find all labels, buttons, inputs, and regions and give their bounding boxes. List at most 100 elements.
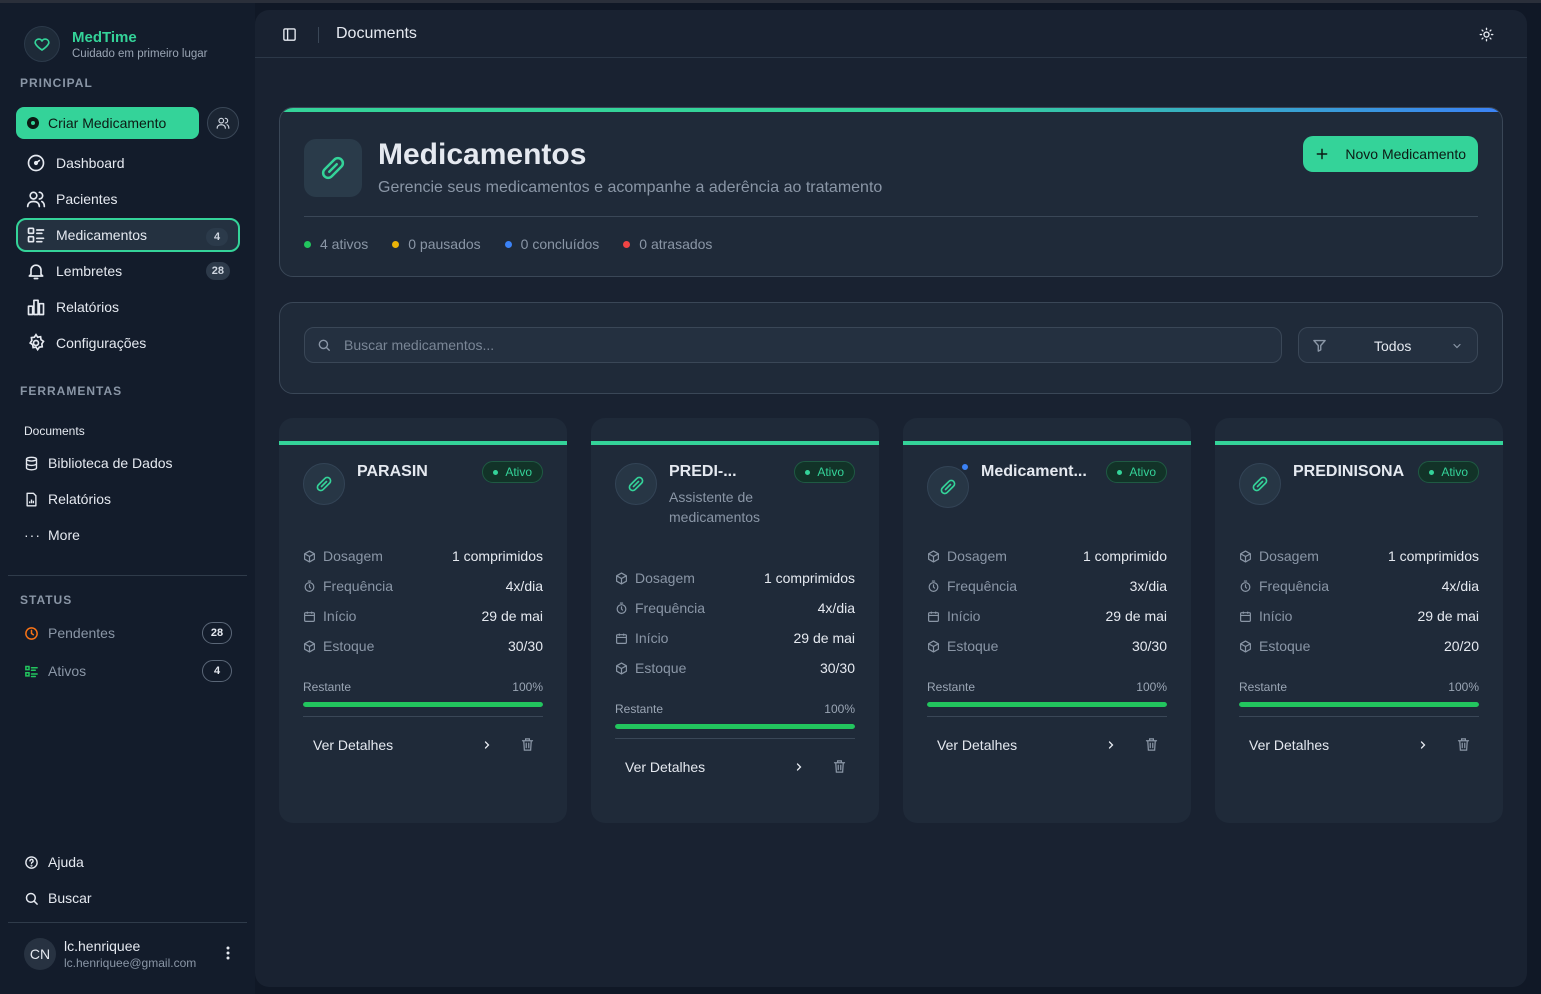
timer-icon — [928, 579, 939, 592]
user-name: lc.henriquee — [64, 938, 141, 954]
info-label: Dosagem — [1259, 548, 1319, 564]
status-filter-select[interactable]: Todos — [1298, 327, 1478, 363]
database-icon — [25, 456, 38, 470]
more-vertical-icon[interactable] — [226, 946, 230, 960]
medication-info: Dosagem 1 comprimidos Frequência 4x/dia … — [615, 563, 855, 683]
progress-fill — [927, 702, 1167, 707]
user-menu[interactable]: CN lc.henriquee lc.henriquee@gmail.com — [24, 938, 240, 970]
info-value: 1 comprimido — [1082, 548, 1167, 564]
card-accent-bar — [1215, 441, 1503, 445]
users-icon — [26, 191, 46, 208]
remaining-progress: Restante 100% — [1239, 680, 1479, 707]
sidebar-item-ajuda[interactable]: Ajuda — [24, 854, 84, 870]
sidebar-item-biblioteca[interactable]: Biblioteca de Dados — [24, 455, 173, 471]
info-row-start: Início 29 de mai — [615, 623, 855, 653]
sidebar-item-configuracoes[interactable]: Configurações — [16, 326, 240, 360]
sidebar-item-relatorios[interactable]: Relatórios — [16, 290, 240, 324]
progress-track — [615, 724, 855, 729]
pill-icon — [1239, 463, 1281, 505]
remaining-percent: 100% — [1448, 680, 1479, 694]
file-chart-icon — [26, 492, 37, 506]
list-check-icon — [25, 665, 38, 677]
section-label-status: STATUS — [20, 593, 73, 607]
view-details-label: Ver Detalhes — [937, 737, 1018, 753]
sidebar-toggle-icon[interactable] — [282, 27, 297, 42]
info-label: Frequência — [635, 600, 706, 616]
stat-atrasados: 0 atrasados — [623, 236, 712, 252]
status-badge-label: Ativo — [1441, 465, 1468, 479]
sidebar-item-buscar[interactable]: Buscar — [24, 890, 92, 906]
create-medication-button[interactable]: Criar Medicamento — [16, 107, 199, 139]
patients-shortcut-button[interactable] — [207, 107, 239, 139]
sidebar-item-dashboard[interactable]: Dashboard — [16, 146, 240, 180]
card-divider — [927, 716, 1167, 717]
view-details-button[interactable]: Ver Detalhes — [927, 728, 1127, 762]
trash-icon[interactable] — [1144, 737, 1159, 752]
sidebar-item-more[interactable]: ··· More — [24, 527, 80, 543]
package-icon — [616, 571, 627, 585]
info-row-dosage: Dosagem 1 comprimidos — [615, 563, 855, 593]
medication-name: Medicament... — [981, 463, 1087, 480]
info-row-start: Início 29 de mai — [1239, 601, 1479, 631]
sun-theme-toggle-icon[interactable] — [1479, 27, 1494, 42]
chevron-down-icon — [1453, 343, 1461, 349]
trash-icon[interactable] — [832, 759, 847, 774]
view-details-button[interactable]: Ver Detalhes — [615, 750, 815, 784]
progress-track — [927, 702, 1167, 707]
sidebar-item-medicamentos[interactable]: Medicamentos 4 — [16, 218, 240, 252]
sidebar: MedTime Cuidado em primeiro lugar PRINCI… — [0, 3, 255, 994]
medication-name: PREDINISONA — [1293, 463, 1405, 480]
sidebar-item-label: Relatórios — [56, 299, 120, 315]
info-label: Início — [635, 630, 669, 646]
search-input[interactable] — [344, 337, 1244, 353]
status-item-pendentes[interactable]: Pendentes 28 — [24, 622, 232, 644]
brand[interactable]: MedTime Cuidado em primeiro lugar — [24, 26, 208, 62]
new-medication-button[interactable]: Novo Medicamento — [1303, 136, 1478, 172]
medication-description: Assistente de medicamentos — [669, 489, 761, 525]
sidebar-item-label: Pacientes — [56, 191, 118, 207]
medication-card: Medicament... Ativo Dosagem 1 comprimido… — [903, 418, 1191, 823]
status-count-badge: 28 — [202, 622, 232, 644]
status-badge-label: Ativo — [1129, 465, 1156, 479]
medication-name: PREDI-... — [669, 463, 737, 480]
remaining-progress: Restante 100% — [927, 680, 1167, 707]
heart-logo-icon — [24, 26, 60, 62]
search-box[interactable] — [304, 327, 1282, 363]
card-divider — [615, 738, 855, 739]
package-icon — [304, 549, 315, 563]
status-summary: 4 ativos 0 pausados 0 concluídos 0 atras… — [304, 236, 736, 252]
chevron-right-icon — [484, 741, 490, 749]
sidebar-divider — [8, 922, 247, 923]
info-value: 30/30 — [507, 638, 543, 654]
view-details-label: Ver Detalhes — [625, 759, 706, 775]
sidebar-item-lembretes[interactable]: Lembretes 28 — [16, 254, 240, 288]
calendar-icon — [1240, 611, 1251, 622]
sidebar-item-label: More — [48, 527, 80, 543]
sidebar-item-label: Medicamentos — [56, 227, 148, 243]
trash-icon[interactable] — [1456, 737, 1471, 752]
info-row-frequency: Frequência 4x/dia — [303, 571, 543, 601]
count-badge: 28 — [205, 262, 230, 280]
pill-icon — [304, 139, 362, 197]
section-label-principal: PRINCIPAL — [20, 76, 93, 90]
view-details-button[interactable]: Ver Detalhes — [303, 728, 503, 762]
card-accent-bar — [903, 441, 1191, 445]
info-label: Estoque — [947, 638, 999, 654]
sidebar-item-relatorios-tool[interactable]: Relatórios — [24, 491, 111, 507]
package-icon — [928, 639, 939, 653]
trash-icon[interactable] — [520, 737, 535, 752]
medication-card: PREDINISONA Ativo Dosagem 1 comprimidos … — [1215, 418, 1503, 823]
package-icon — [1240, 549, 1251, 563]
sidebar-item-pacientes[interactable]: Pacientes — [16, 182, 240, 216]
remaining-label: Restante — [1239, 680, 1288, 694]
list-icon — [27, 227, 45, 243]
sidebar-item-label: Biblioteca de Dados — [48, 455, 173, 471]
info-value: 29 de mai — [1417, 608, 1479, 624]
info-row-stock: Estoque 20/20 — [1239, 631, 1479, 661]
view-details-button[interactable]: Ver Detalhes — [1239, 728, 1439, 762]
status-item-ativos[interactable]: Ativos 4 — [24, 660, 232, 682]
info-label: Estoque — [635, 660, 687, 676]
info-label: Dosagem — [635, 570, 695, 586]
sidebar-item-label: Configurações — [56, 335, 147, 351]
info-value: 3x/dia — [1129, 578, 1167, 594]
